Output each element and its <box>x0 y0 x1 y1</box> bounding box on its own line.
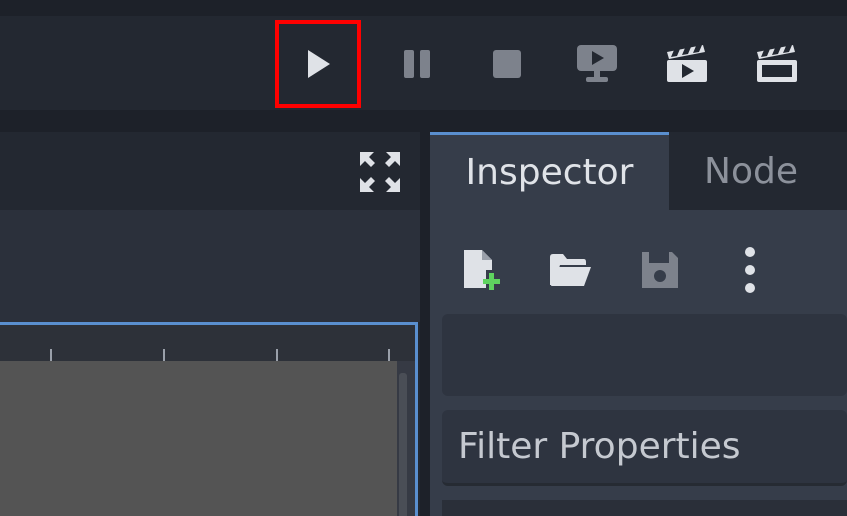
tab-node[interactable]: Node <box>669 132 833 210</box>
play-custom-scene-button[interactable] <box>734 20 820 108</box>
canvas-frame <box>0 322 418 516</box>
filter-properties-input[interactable]: Filter Properties <box>442 410 847 486</box>
load-resource-button[interactable] <box>540 240 600 300</box>
pause-icon <box>404 50 430 78</box>
ruler-tick <box>50 349 52 361</box>
new-resource-button[interactable] <box>450 240 510 300</box>
ruler-tick <box>163 349 165 361</box>
horizontal-ruler <box>0 325 415 361</box>
save-icon <box>642 252 678 288</box>
property-list <box>442 500 847 516</box>
remote-deploy-icon <box>577 45 617 82</box>
clapperboard-play-icon <box>667 45 707 82</box>
tab-inspector[interactable]: Inspector <box>430 132 669 210</box>
vertical-ellipsis-icon <box>745 247 755 293</box>
play-button[interactable] <box>275 20 361 108</box>
viewport-canvas[interactable] <box>0 361 397 516</box>
new-file-icon <box>464 250 500 290</box>
clapperboard-icon <box>757 45 797 82</box>
ruler-tick <box>388 349 390 361</box>
distraction-free-expand-icon <box>360 152 400 192</box>
viewport-toolbar <box>0 210 420 322</box>
inspector-dock: Inspector Node Filter Properties <box>430 132 847 516</box>
godot-editor: Inspector Node Filter Properties <box>0 0 847 516</box>
save-resource-button[interactable] <box>630 240 690 300</box>
vertical-scrollbar[interactable] <box>399 373 407 516</box>
viewport-panel <box>0 132 420 516</box>
ruler-tick <box>276 349 278 361</box>
play-scene-button[interactable] <box>644 20 730 108</box>
object-path-field[interactable] <box>442 314 847 396</box>
more-options-button[interactable] <box>720 240 780 300</box>
play-icon <box>308 50 330 78</box>
inspector-content: Filter Properties <box>430 210 847 516</box>
pause-button[interactable] <box>374 20 460 108</box>
expand-view-button[interactable] <box>356 150 404 194</box>
viewport-header <box>0 132 420 210</box>
stop-button[interactable] <box>464 20 550 108</box>
playbar <box>0 0 847 110</box>
stop-icon <box>493 50 521 78</box>
remote-debug-button[interactable] <box>554 20 640 108</box>
folder-open-icon <box>550 254 591 286</box>
